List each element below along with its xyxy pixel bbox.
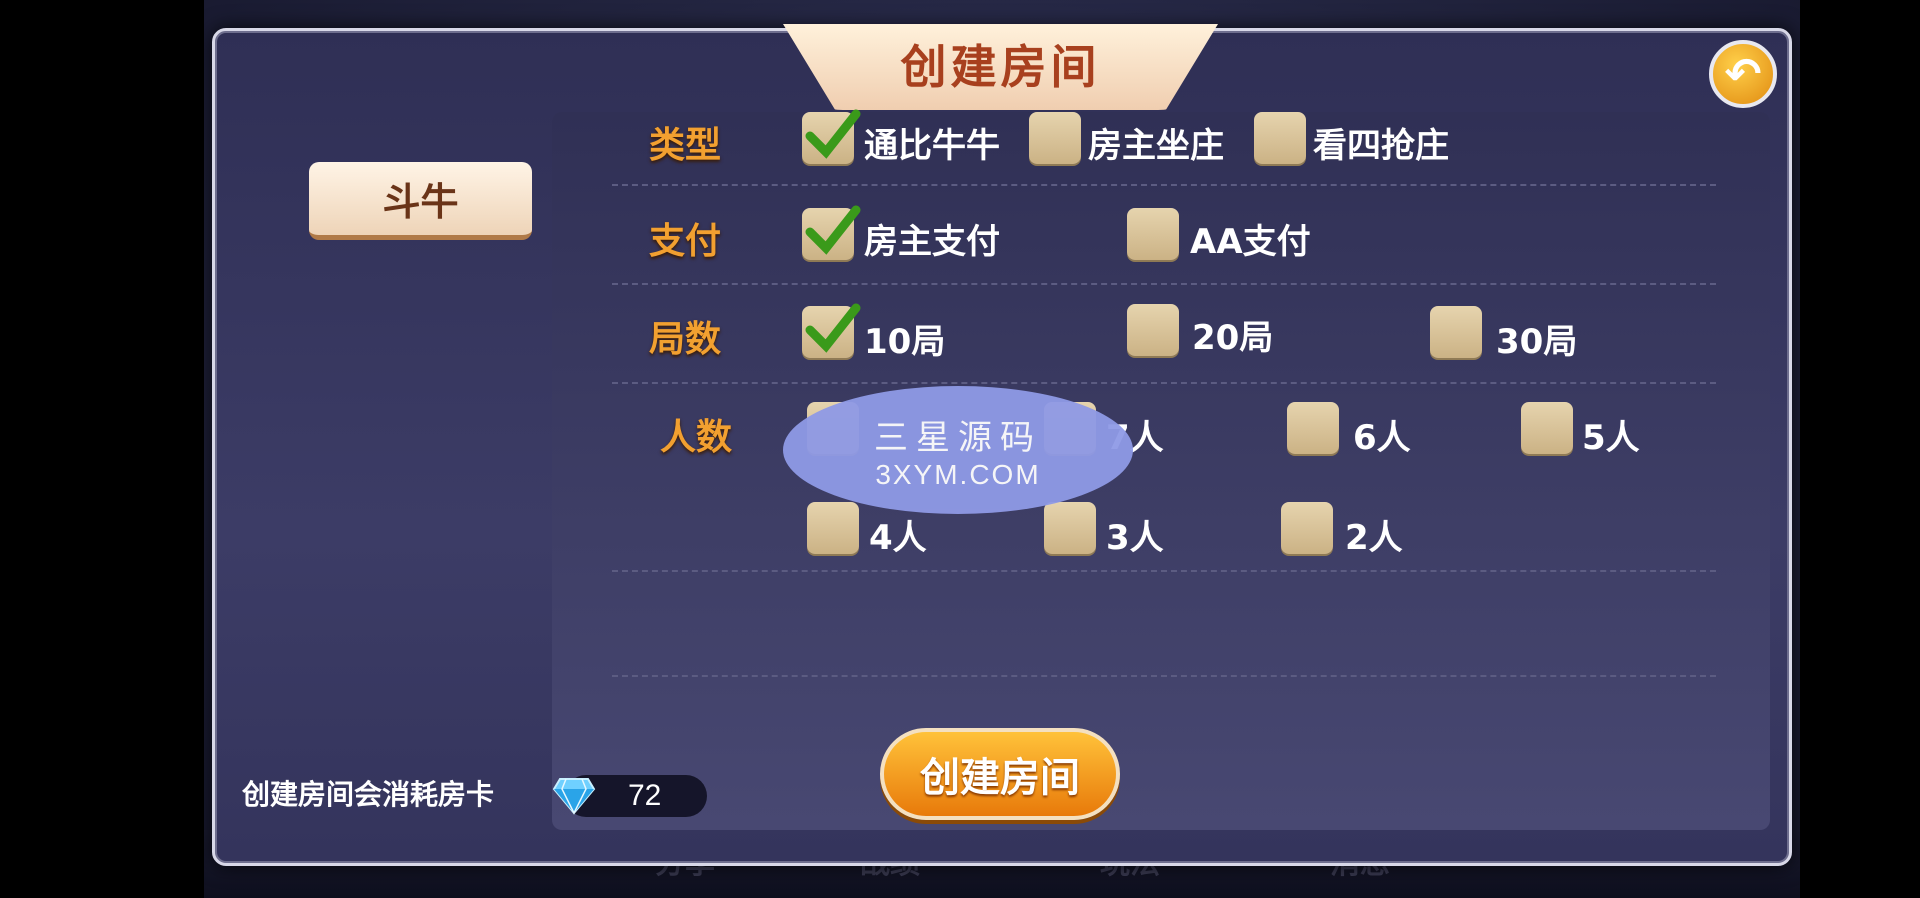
watermark-badge: 三星源码 3XYM.COM [783, 386, 1133, 514]
dialog-title: 创建房间 [900, 40, 1101, 94]
option-payment-1: AA支付 [1190, 222, 1311, 262]
tab-douniu[interactable]: 斗牛 [309, 162, 532, 240]
row-label-rounds: 局数 [649, 319, 722, 360]
row-divider [612, 184, 1716, 186]
room-card-cost-notice: 创建房间会消耗房卡 [242, 778, 495, 811]
checkbox-players-6[interactable] [1281, 502, 1333, 554]
title-banner: 创建房间 [783, 24, 1218, 110]
option-type-1: 房主坐庄 [1088, 126, 1224, 166]
checkbox-type-0[interactable] [802, 109, 861, 164]
row-label-players: 人数 [660, 417, 733, 458]
checkbox-players-5[interactable] [1044, 502, 1096, 554]
checkbox-players-4[interactable] [807, 502, 859, 554]
check-icon [805, 303, 861, 353]
option-players-3: 5人 [1582, 418, 1640, 458]
row-divider [612, 283, 1716, 285]
checkbox-type-1[interactable] [1029, 112, 1081, 164]
row-label-payment: 支付 [649, 221, 722, 262]
back-arrow-icon: ↶ [1724, 48, 1762, 100]
back-button[interactable]: ↶ [1709, 40, 1777, 108]
option-players-6: 2人 [1345, 518, 1403, 558]
option-players-4: 4人 [869, 518, 927, 558]
diamond-icon [552, 778, 596, 815]
watermark-url: 3XYM.COM [875, 458, 1041, 490]
create-room-button[interactable]: 创建房间 [880, 728, 1120, 820]
check-icon [805, 109, 861, 159]
checkbox-rounds-2[interactable] [1430, 306, 1482, 358]
row-divider [612, 382, 1716, 384]
row-divider [612, 570, 1716, 572]
checkbox-players-2[interactable] [1287, 402, 1339, 454]
option-rounds-2: 30局 [1496, 322, 1578, 362]
checkbox-payment-1[interactable] [1127, 208, 1179, 260]
row-label-type: 类型 [649, 125, 722, 166]
watermark-text: 三星源码 [874, 417, 1042, 458]
option-players-2: 6人 [1353, 418, 1411, 458]
checkbox-rounds-1[interactable] [1127, 304, 1179, 356]
check-icon [805, 205, 861, 255]
option-type-2: 看四抢庄 [1313, 126, 1449, 166]
option-type-0: 通比牛牛 [864, 126, 1000, 166]
checkbox-payment-0[interactable] [802, 205, 861, 260]
gem-count: 72 [628, 779, 662, 812]
checkbox-rounds-0[interactable] [802, 303, 861, 358]
option-rounds-0: 10局 [864, 322, 946, 362]
option-payment-0: 房主支付 [864, 222, 1000, 262]
option-rounds-1: 20局 [1192, 318, 1274, 358]
row-divider [612, 675, 1716, 677]
checkbox-players-3[interactable] [1521, 402, 1573, 454]
checkbox-type-2[interactable] [1254, 112, 1306, 164]
option-players-5: 3人 [1106, 518, 1164, 558]
